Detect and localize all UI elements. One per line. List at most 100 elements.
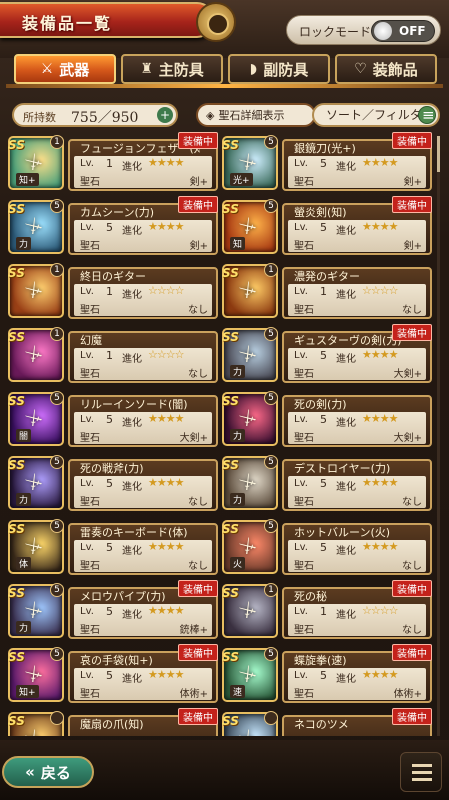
weapon-thumbnail: ⚔ SS 5 力 bbox=[222, 327, 278, 382]
scrollbar-thumb[interactable] bbox=[437, 136, 440, 172]
lv-label: Lv. bbox=[80, 414, 94, 425]
tab-main-armor[interactable]: ♜ 主防具 bbox=[121, 54, 223, 84]
level-mark-icon: 5 bbox=[264, 455, 278, 469]
lock-mode-switch[interactable]: OFF bbox=[371, 20, 435, 42]
count-label: 所持数 bbox=[23, 111, 56, 124]
lv-value: 5 bbox=[320, 349, 327, 362]
evo-stars: ★★★★ bbox=[148, 156, 184, 169]
equipment-card[interactable]: ⚔ SS 5 力 カムシーン(力) 装備中 Lv. 5 進化 ★★★★ 聖石 剣… bbox=[8, 196, 218, 255]
gem-label: 聖石 bbox=[80, 241, 100, 252]
back-label: 戻る bbox=[40, 763, 71, 782]
lock-mode-toggle[interactable]: ロックモード OFF bbox=[286, 15, 441, 45]
weapon-stats: Lv. 5 進化 ★★★★ 聖石 大剣+ bbox=[288, 412, 426, 444]
lv-value: 5 bbox=[106, 477, 113, 490]
gem-value: 剣+ bbox=[189, 177, 208, 188]
equipment-card[interactable]: ⚔ SS 5 知 螢炎剣(知) 装備中 Lv. 5 進化 ★★★★ 聖石 剣+ bbox=[222, 196, 432, 255]
rarity-ss-icon: SS bbox=[8, 650, 25, 664]
equipment-card[interactable]: ⚔ SS 1 死の秘 装備中 Lv. 1 進化 ☆☆☆☆ 聖石 なし bbox=[222, 580, 432, 639]
sort-filter-button[interactable]: ソート／フィルタ bbox=[312, 103, 440, 127]
evo-stars: ★★★★ bbox=[362, 348, 398, 361]
gem-value: なし bbox=[402, 497, 422, 508]
attribute-tag: 知+ bbox=[16, 685, 39, 698]
equipment-card[interactable]: ⚔ SS 5 力 ギュスターヴの剣(力) 装備中 Lv. 5 進化 ★★★★ 聖… bbox=[222, 324, 432, 383]
equipment-card[interactable]: ⚔ SS 5 力 死の剣(力) Lv. 5 進化 ★★★★ 聖石 大剣+ bbox=[222, 388, 432, 447]
equipment-card[interactable]: ⚔ SS 1 幻魔 Lv. 1 進化 ☆☆☆☆ 聖石 なし bbox=[8, 324, 218, 383]
inventory-count: 所持数 755／950 + bbox=[12, 103, 178, 127]
gem-detail-button[interactable]: ◈ 聖石詳細表示 bbox=[196, 103, 316, 127]
weapon-stats: Lv. 5 進化 ★★★★ 聖石 銃棒+ bbox=[74, 604, 212, 636]
equipment-card[interactable]: ⚔ SS 5 力 デストロイヤー(力) Lv. 5 進化 ★★★★ 聖石 なし bbox=[222, 452, 432, 511]
evo-label: 進化 bbox=[122, 162, 142, 173]
level-mark-icon: 1 bbox=[50, 135, 64, 149]
tab-accessory[interactable]: ♡ 装飾品 bbox=[335, 54, 437, 84]
ornament-emblem-icon bbox=[196, 2, 236, 42]
rarity-ss-icon: SS bbox=[222, 330, 239, 344]
equipment-card[interactable]: ⚔ SS 5 速 蝶旋拳(速) 装備中 Lv. 5 進化 ★★★★ 聖石 体術+ bbox=[222, 644, 432, 703]
equipped-badge: 装備中 bbox=[392, 132, 432, 149]
hamburger-menu-button[interactable] bbox=[400, 752, 442, 792]
expand-plus-icon[interactable]: + bbox=[157, 107, 173, 123]
weapon-thumbnail: ⚔ SS 5 力 bbox=[222, 391, 278, 446]
weapon-name: デストロイヤー(力) bbox=[294, 462, 391, 475]
back-button[interactable]: « 戻る bbox=[2, 756, 94, 788]
equipment-card[interactable]: ⚔ SS 1 濃発のギター Lv. 1 進化 ☆☆☆☆ 聖石 なし bbox=[222, 260, 432, 319]
attribute-tag: 速 bbox=[230, 685, 246, 698]
rarity-ss-icon: SS bbox=[8, 522, 25, 536]
rarity-ss-icon: SS bbox=[222, 586, 239, 600]
weapon-stats: Lv. 5 進化 ★★★★ 聖石 なし bbox=[74, 476, 212, 508]
weapon-icon: ⚔ bbox=[235, 533, 261, 560]
lv-label: Lv. bbox=[294, 158, 308, 169]
equipped-badge: 装備中 bbox=[178, 708, 218, 725]
evo-stars: ★★★★ bbox=[148, 604, 184, 617]
equipment-card[interactable]: ⚔ SS 5 体 雷奏のキーボード(体) Lv. 5 進化 ★★★★ 聖石 なし bbox=[8, 516, 218, 575]
attribute-tag: 力 bbox=[230, 429, 246, 442]
equipment-card[interactable]: ⚔ SS 1 知+ フュージョンフェザー(知+) 装備中 Lv. 1 進化 ★★… bbox=[8, 132, 218, 191]
rarity-ss-icon: SS bbox=[222, 266, 239, 280]
scrollbar[interactable] bbox=[437, 136, 440, 736]
lv-value: 5 bbox=[106, 221, 113, 234]
weapon-stats: Lv. 1 進化 ☆☆☆☆ 聖石 なし bbox=[74, 284, 212, 316]
attribute-tag: 力 bbox=[16, 621, 32, 634]
level-mark-icon bbox=[50, 711, 64, 725]
level-mark-icon: 5 bbox=[264, 199, 278, 213]
weapon-thumbnail: ⚔ SS 5 力 bbox=[8, 199, 64, 254]
level-mark-icon: 5 bbox=[264, 647, 278, 661]
weapon-icon: ⚔ bbox=[21, 661, 47, 688]
level-mark-icon: 5 bbox=[50, 647, 64, 661]
gem-value: なし bbox=[402, 561, 422, 572]
equipment-card[interactable]: ⚔ SS ネコのツメ 装備中 bbox=[222, 708, 432, 736]
equipped-badge: 装備中 bbox=[178, 132, 218, 149]
lv-value: 1 bbox=[320, 285, 327, 298]
armor-icon: ♜ bbox=[140, 61, 153, 77]
weapon-thumbnail: ⚔ SS 1 bbox=[8, 263, 64, 318]
evo-stars: ★★★★ bbox=[362, 476, 398, 489]
gem-label: 聖石 bbox=[80, 305, 100, 316]
tab-weapon[interactable]: ⚔ 武器 bbox=[14, 54, 116, 84]
equipment-card[interactable]: ⚔ SS 5 力 死の戦斧(力) Lv. 5 進化 ★★★★ 聖石 なし bbox=[8, 452, 218, 511]
accessory-icon: ♡ bbox=[354, 61, 367, 77]
gem-label: 聖石 bbox=[294, 369, 314, 380]
weapon-icon: ⚔ bbox=[21, 277, 47, 304]
evo-label: 進化 bbox=[122, 226, 142, 237]
tab-sub-armor[interactable]: ◗ 副防具 bbox=[228, 54, 330, 84]
equipment-card[interactable]: ⚔ SS 1 終日のギター Lv. 1 進化 ☆☆☆☆ 聖石 なし bbox=[8, 260, 218, 319]
equipment-card[interactable]: ⚔ SS 5 光+ 銀鏡刀(光+) 装備中 Lv. 5 進化 ★★★★ 聖石 剣… bbox=[222, 132, 432, 191]
equipment-list: ⚔ SS 1 知+ フュージョンフェザー(知+) 装備中 Lv. 1 進化 ★★… bbox=[8, 132, 439, 736]
lv-label: Lv. bbox=[294, 542, 308, 553]
gem-label: 聖石 bbox=[80, 625, 100, 636]
equipped-badge: 装備中 bbox=[178, 196, 218, 213]
weapon-icon: ⚔ bbox=[21, 341, 47, 368]
equipment-card[interactable]: ⚔ SS 5 知+ 哀の手袋(知+) 装備中 Lv. 5 進化 ★★★★ 聖石 … bbox=[8, 644, 218, 703]
equipment-card[interactable]: ⚔ SS 5 闇 リルーインソード(闇) Lv. 5 進化 ★★★★ 聖石 大剣… bbox=[8, 388, 218, 447]
rarity-ss-icon: SS bbox=[222, 458, 239, 472]
weapon-icon: ⚔ bbox=[21, 405, 47, 432]
equipment-card[interactable]: ⚔ SS 魔扇の爪(知) 装備中 bbox=[8, 708, 218, 736]
level-mark-icon: 5 bbox=[264, 135, 278, 149]
rarity-ss-icon: SS bbox=[222, 138, 239, 152]
equipment-card[interactable]: ⚔ SS 5 火 ホットバルーン(火) Lv. 5 進化 ★★★★ 聖石 なし bbox=[222, 516, 432, 575]
lv-value: 5 bbox=[320, 541, 327, 554]
equipment-card[interactable]: ⚔ SS 5 力 メロウパイプ(力) 装備中 Lv. 5 進化 ★★★★ 聖石 … bbox=[8, 580, 218, 639]
rarity-ss-icon: SS bbox=[8, 138, 25, 152]
weapon-name: 死の戦斧(力) bbox=[80, 462, 144, 475]
gem-value: なし bbox=[188, 561, 208, 572]
